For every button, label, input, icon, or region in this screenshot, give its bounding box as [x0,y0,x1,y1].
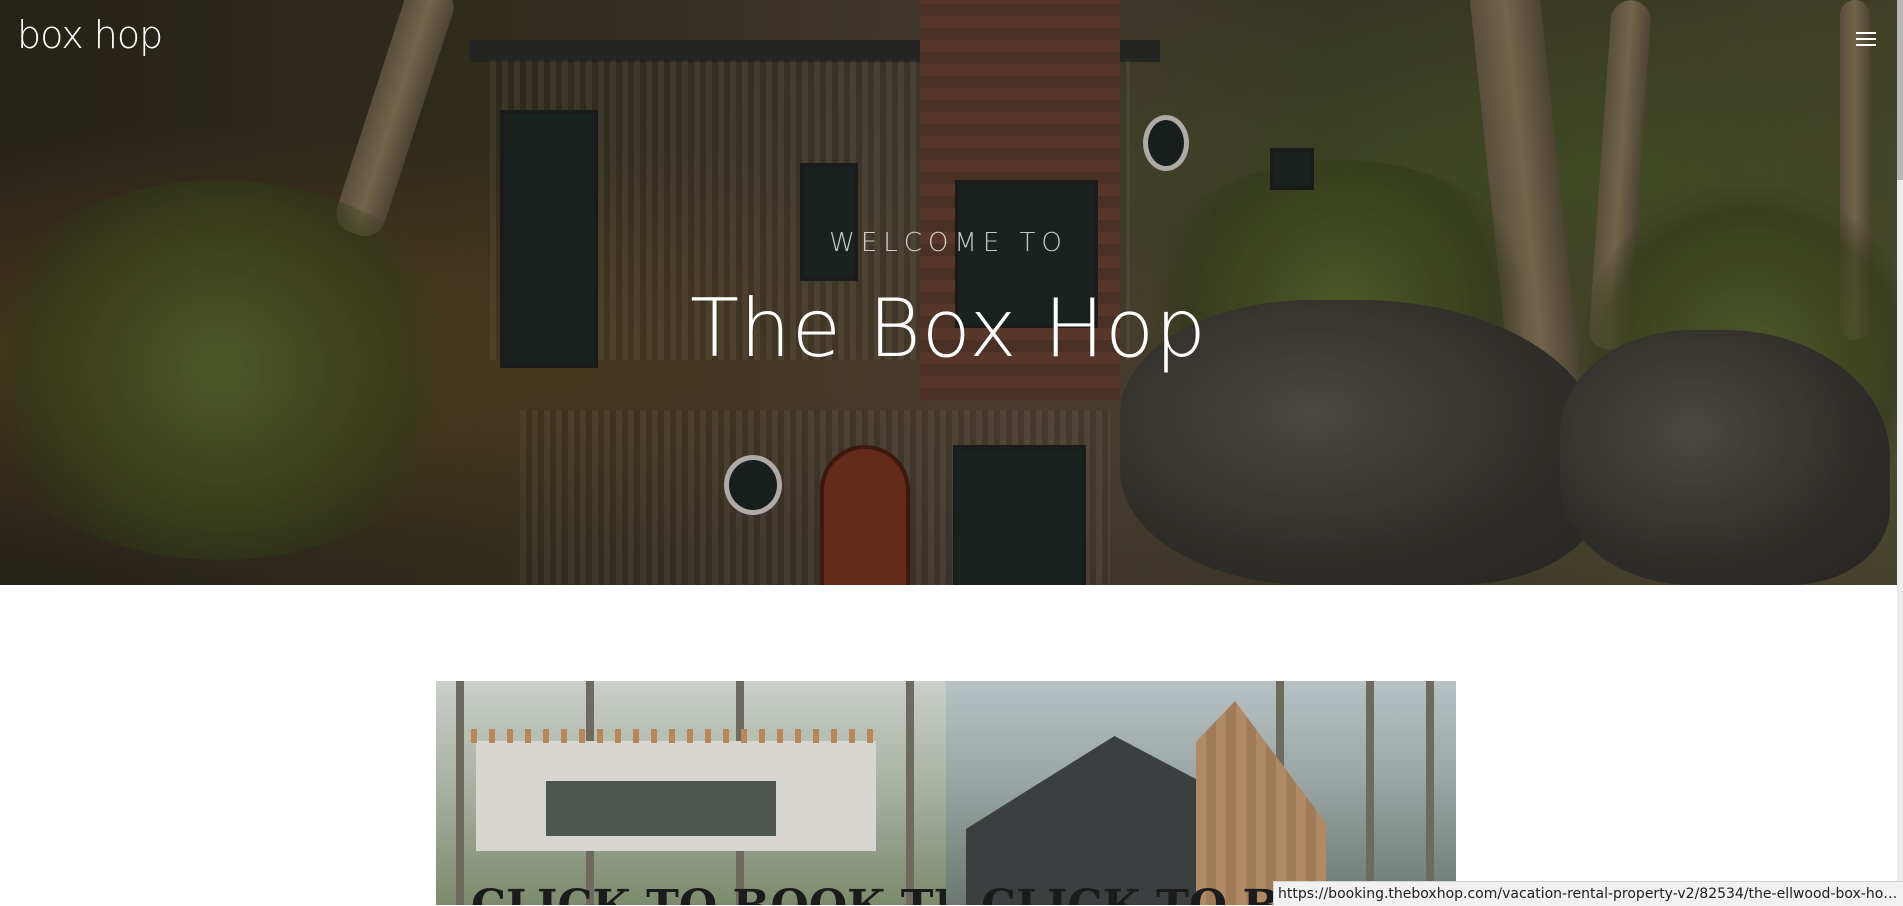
tree-image [456,681,464,905]
hero-title: The Box Hop [690,282,1207,375]
booking-card[interactable]: CLICK TO BOO [946,681,1456,905]
hero-eyebrow: WELCOME TO [829,228,1068,258]
pergola [471,729,881,743]
cabin-photo [966,736,1236,905]
tree-image [1366,681,1374,905]
cabin-wood-facade [1196,701,1326,905]
cabin-window [546,781,776,836]
tree-image [906,681,914,905]
hero-banner: WELCOME TO The Box Hop [0,0,1897,585]
tree-image [1426,681,1434,905]
booking-card[interactable]: CLICK TO BOOK THE [436,681,946,905]
brand-logo[interactable]: box hop [17,13,163,57]
scrollbar-thumb[interactable] [1897,0,1903,180]
hamburger-menu-icon[interactable] [1850,28,1882,50]
cabin-photo [471,729,881,851]
status-bar-url: https://booking.theboxhop.com/vacation-r… [1273,881,1903,906]
card-title: CLICK TO BOOK THE [471,881,946,905]
